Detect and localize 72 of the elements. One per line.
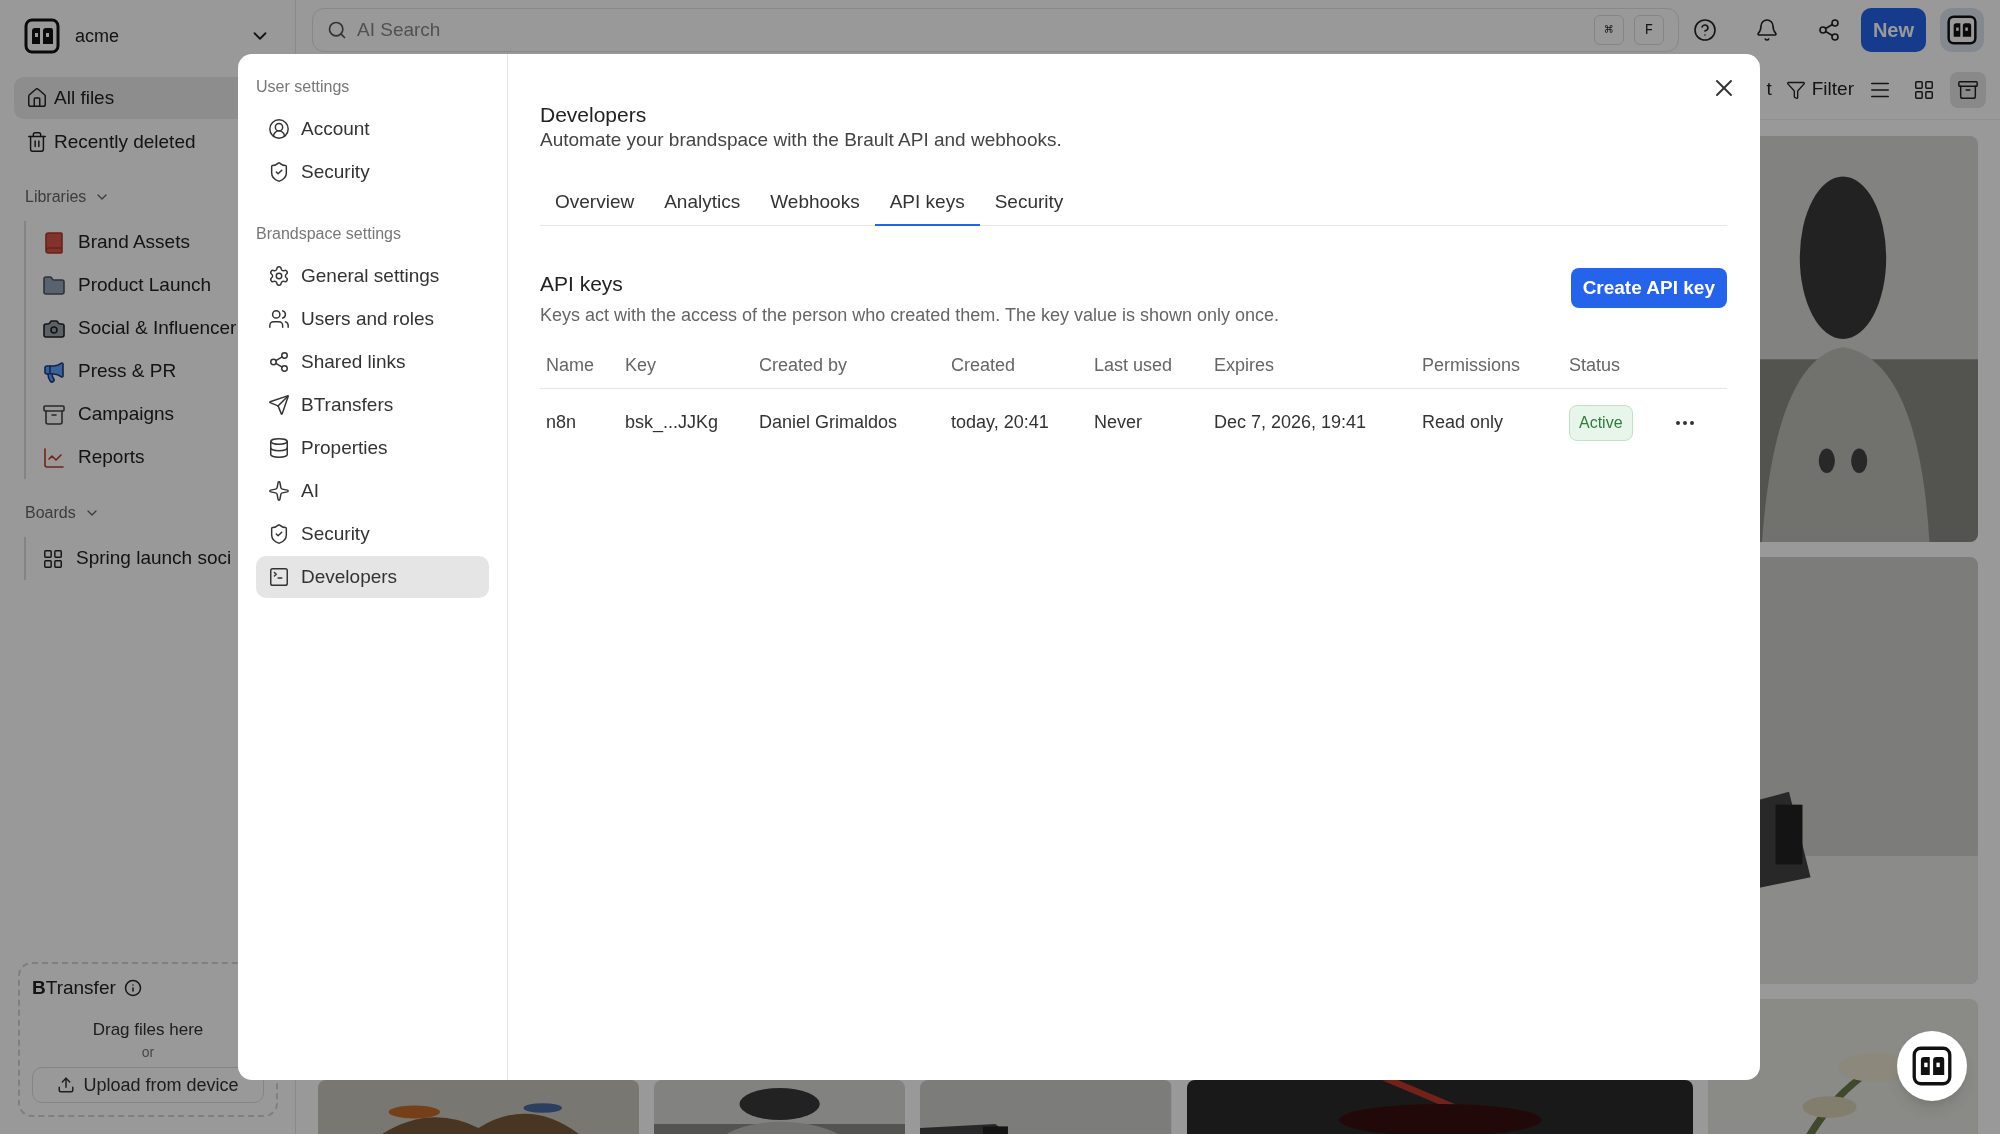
workspace-name: acme (75, 24, 119, 48)
search-input[interactable]: AI Search (357, 15, 1584, 45)
drop-hint: Drag files here (92, 1018, 204, 1041)
nav-section-label: Brandspace settings (256, 224, 402, 244)
workspace-logo (24, 18, 60, 54)
section-title: API keys (540, 271, 624, 297)
user-icon (268, 118, 290, 140)
board-icon (42, 547, 64, 570)
search-icon (327, 20, 347, 40)
dialog-subtitle: Automate your brandspace with the Brault API and webhooks. (540, 128, 1063, 152)
column-header: Expires (1208, 342, 1416, 389)
settings-nav-item[interactable]: Developers (256, 556, 489, 598)
section-description: Keys act with the access of the person who created them. The key value is shown only once. (540, 303, 1280, 327)
send-icon (268, 394, 290, 416)
filter-button[interactable]: Filter (1785, 75, 1854, 104)
book-icon (42, 230, 66, 255)
tab[interactable]: Overview (540, 180, 650, 226)
column-header: Created by (753, 342, 945, 389)
toolbar-text: t (1766, 77, 1772, 102)
shield-icon (268, 161, 290, 183)
new-button[interactable]: New (1860, 8, 1926, 52)
column-header: Key (619, 342, 753, 389)
avatar-button[interactable] (1940, 8, 1984, 52)
logo-icon (1912, 1046, 1952, 1086)
info-icon[interactable] (123, 979, 142, 998)
column-header: Last used (1088, 342, 1208, 389)
tab[interactable]: API keys (874, 180, 980, 226)
database-icon (268, 437, 290, 459)
column-header: Name (540, 342, 619, 389)
section-label: Libraries (25, 187, 87, 207)
section-label: Boards (25, 503, 76, 523)
share-icon[interactable] (1816, 18, 1841, 42)
table-cell-text: today, 20:41 (950, 411, 1050, 434)
bell-icon[interactable] (1754, 18, 1779, 42)
shield-icon (268, 523, 290, 545)
home-icon (26, 87, 48, 109)
table-cell-text: bsk_...JJKg (624, 411, 720, 435)
column-header: Status (1563, 342, 1727, 389)
search-bar[interactable]: AI Search ⌘ F (312, 8, 1679, 52)
table-cell-text: n8n (545, 411, 578, 434)
logo-icon (1947, 15, 1977, 45)
tray-icon (42, 402, 66, 427)
grid-view-icon (1913, 78, 1935, 101)
column-header: Permissions (1416, 342, 1563, 389)
settings-icon (268, 265, 290, 287)
help-icon[interactable] (1692, 18, 1717, 42)
btransfer-title: BTransfer (32, 976, 116, 1000)
chart-icon (42, 445, 66, 470)
sparkle-icon (268, 480, 290, 502)
column-header: Created (945, 342, 1088, 389)
terminal-icon (268, 566, 290, 588)
tab[interactable]: Security (979, 180, 1079, 226)
table-cell-text: Never (1093, 411, 1143, 434)
megaphone-icon (42, 359, 66, 384)
upload-icon (57, 1076, 76, 1094)
shortcut-key: ⌘ (1593, 15, 1624, 45)
tab[interactable]: Webhooks (755, 180, 875, 226)
table-cell-text: Read only (1421, 411, 1505, 434)
create-api-key-button[interactable]: Create API key (1570, 268, 1727, 308)
shortcut-key: F (1633, 15, 1664, 45)
status-badge: Active (1569, 404, 1633, 441)
filter-icon (1785, 79, 1806, 100)
table-cell-text: Dec 7, 2026, 19:41 (1213, 411, 1368, 434)
share-icon (268, 351, 290, 373)
users-icon (268, 308, 290, 330)
trash-icon (26, 131, 48, 153)
or-text: or (141, 1043, 155, 1062)
tab[interactable]: Analytics (649, 180, 756, 226)
dialog-title: Developers (540, 102, 648, 128)
card-view-icon (1957, 78, 1979, 101)
table-cell-text: Daniel Grimaldos (758, 411, 899, 434)
folder-icon (42, 273, 66, 298)
